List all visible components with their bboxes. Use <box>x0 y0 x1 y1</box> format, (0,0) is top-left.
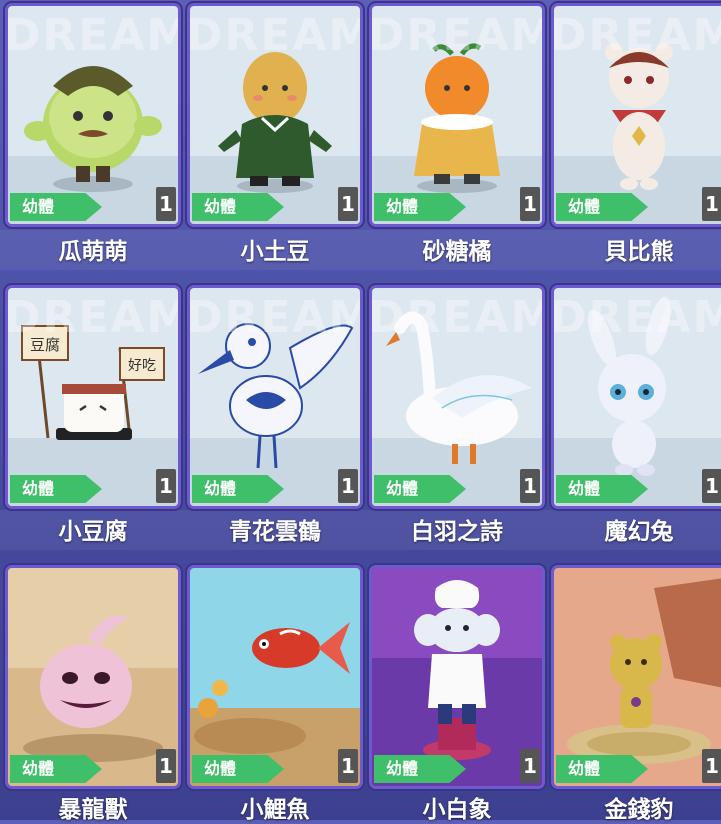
pet-card-bao-long-shou[interactable]: 幼體 1 <box>8 568 178 786</box>
pet-name: 小土豆 <box>240 239 310 265</box>
count-badge: 1 <box>338 749 358 783</box>
count-badge: 1 <box>520 469 540 503</box>
pet-card-qing-hua-yun-he[interactable]: DREAM 幼體 1 <box>190 288 360 506</box>
flag-text: 好吃 <box>128 358 156 374</box>
pet-name: 貝比熊 <box>604 239 674 265</box>
pet-card-bai-yu-zhi-shi[interactable]: DREAM 幼體 1 <box>372 288 542 506</box>
count-badge: 1 <box>520 187 540 221</box>
count-badge: 1 <box>520 749 540 783</box>
pet-card-bei-bi-xiong[interactable]: DREAM 幼體 1 <box>554 6 721 224</box>
card-watermark: DREAM <box>8 10 178 61</box>
card-watermark: DREAM <box>554 10 721 61</box>
stage-tag: 幼體 <box>556 755 648 783</box>
pet-card-art <box>8 568 178 786</box>
pet-card-gua-meng-meng[interactable]: DREAM 幼體 1 <box>8 6 178 224</box>
card-watermark: DREAM <box>190 10 360 61</box>
pet-card-art <box>554 568 721 786</box>
count-badge: 1 <box>338 469 358 503</box>
count-badge: 1 <box>338 187 358 221</box>
pet-card-art <box>372 568 542 786</box>
card-watermark: DREAM <box>372 10 542 61</box>
card-watermark: DREAM <box>190 292 360 343</box>
card-watermark: DREAM <box>8 292 178 343</box>
count-badge: 1 <box>702 187 721 221</box>
stage-tag: 幼體 <box>192 193 284 221</box>
pet-name: 小豆腐 <box>58 519 128 545</box>
pet-name: 金錢豹 <box>604 797 674 823</box>
stage-tag: 幼體 <box>192 755 284 783</box>
count-badge: 1 <box>156 187 176 221</box>
pet-name: 小白象 <box>422 797 492 823</box>
stage-tag: 幼體 <box>10 755 102 783</box>
stage-tag: 幼體 <box>192 475 284 503</box>
pet-name: 暴龍獸 <box>58 797 128 823</box>
stage-tag: 幼體 <box>556 193 648 221</box>
stage-tag: 幼體 <box>556 475 648 503</box>
pet-name: 白羽之詩 <box>411 519 503 545</box>
pet-card-xiao-dou-fu[interactable]: 豆腐 好吃 DREAM 幼體 1 <box>8 288 178 506</box>
count-badge: 1 <box>156 469 176 503</box>
stage-tag: 幼體 <box>374 193 466 221</box>
pet-name: 青花雲鶴 <box>229 519 321 545</box>
pet-name: 砂糖橘 <box>422 239 492 265</box>
pet-card-mo-huan-tu[interactable]: DREAM 幼體 1 <box>554 288 721 506</box>
pet-card-xiao-li-yu[interactable]: 幼體 1 <box>190 568 360 786</box>
stage-tag: 幼體 <box>374 475 466 503</box>
pet-collection-grid: DREAM 幼體 1 瓜萌萌 DREAM 幼體 1 小土豆 DREAM 幼體 1… <box>0 0 721 823</box>
stage-tag: 幼體 <box>10 193 102 221</box>
pet-card-sha-tang-ju[interactable]: DREAM 幼體 1 <box>372 6 542 224</box>
pet-name: 魔幻兔 <box>604 519 674 545</box>
stage-tag: 幼體 <box>10 475 102 503</box>
card-watermark: DREAM <box>554 292 721 343</box>
pet-card-xiao-bai-xiang[interactable]: 幼體 1 <box>372 568 542 786</box>
card-watermark: DREAM <box>372 292 542 343</box>
pet-card-art <box>190 568 360 786</box>
count-badge: 1 <box>156 749 176 783</box>
count-badge: 1 <box>702 469 721 503</box>
pet-name: 小鯉魚 <box>240 797 310 823</box>
stage-tag: 幼體 <box>374 755 466 783</box>
pet-card-xiao-tu-dou[interactable]: DREAM 幼體 1 <box>190 6 360 224</box>
pet-name: 瓜萌萌 <box>58 239 128 265</box>
pet-card-jin-qian-bao[interactable]: 幼體 1 <box>554 568 721 786</box>
count-badge: 1 <box>702 749 721 783</box>
